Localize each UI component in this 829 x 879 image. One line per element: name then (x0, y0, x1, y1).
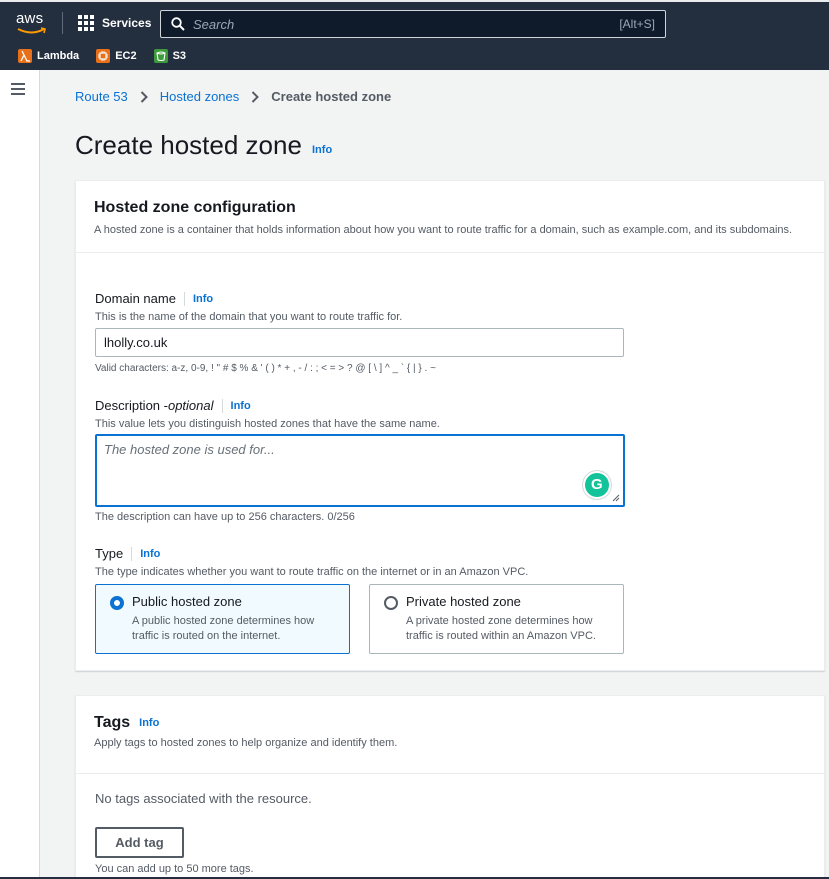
nav-bar: aws Services [Alt+S] (0, 6, 829, 42)
chevron-right-icon (252, 90, 260, 103)
page-info-link[interactable]: Info (312, 144, 332, 156)
type-field: Type Info The type indicates whether you… (95, 546, 528, 578)
description-textarea[interactable] (95, 434, 625, 507)
hosted-zone-configuration-panel: Hosted zone configuration A hosted zone … (75, 180, 825, 671)
menu-icon[interactable] (11, 83, 25, 95)
favorite-ec2[interactable]: EC2 (96, 49, 137, 63)
tags-panel: Tags Info Apply tags to hosted zones to … (75, 695, 825, 879)
type-description: The type indicates whether you want to r… (95, 566, 529, 578)
description-constraint: The description can have up to 256 chara… (95, 511, 355, 523)
tags-title: Tags (94, 714, 131, 731)
services-label: Services (102, 16, 152, 30)
breadcrumb: Route 53 Hosted zones Create hosted zone (75, 89, 391, 104)
favorite-s3-label: S3 (172, 50, 187, 62)
aws-logo-text: aws (16, 10, 44, 27)
radio-selected-icon[interactable] (110, 596, 124, 610)
top-navigation: aws Services [Alt+S] Lam (0, 0, 829, 70)
aws-logo[interactable]: aws (16, 10, 48, 36)
tags-title-row: Tags Info (94, 714, 806, 732)
panel-header: Hosted zone configuration A hosted zone … (76, 181, 824, 253)
lambda-icon (18, 49, 32, 63)
public-hosted-zone-option[interactable]: Public hosted zone A public hosted zone … (95, 584, 350, 654)
aws-smile-icon (17, 27, 46, 34)
favorites-bar: Lambda EC2 S3 (0, 44, 203, 68)
favorite-lambda[interactable]: Lambda (18, 49, 79, 63)
public-hosted-zone-title: Public hosted zone (132, 594, 242, 609)
s3-icon (153, 49, 168, 63)
description-label-row: Description - optional Info (95, 398, 440, 413)
services-menu-button[interactable]: Services (78, 12, 151, 34)
chevron-right-icon (140, 90, 148, 103)
radio-unselected-icon[interactable] (384, 596, 398, 610)
favorite-lambda-label: Lambda (37, 50, 80, 62)
domain-name-input[interactable] (95, 328, 624, 357)
domain-name-field: Domain name Info This is the name of the… (95, 291, 402, 323)
private-hosted-zone-title: Private hosted zone (406, 594, 521, 609)
description-label: Description - (95, 398, 168, 413)
tags-limit-hint: You can add up to 50 more tags. (95, 863, 254, 875)
description-info-link[interactable]: Info (231, 400, 251, 412)
private-hosted-zone-description: A private hosted zone determines how tra… (406, 615, 596, 642)
description-help-text: This value lets you distinguish hosted z… (95, 418, 440, 430)
search-input[interactable] (193, 14, 593, 34)
ec2-icon (96, 49, 111, 63)
domain-name-description: This is the name of the domain that you … (95, 311, 403, 323)
domain-name-label: Domain name (95, 291, 176, 306)
page-title: Create hosted zone (75, 130, 302, 160)
breadcrumb-hosted-zones[interactable]: Hosted zones (160, 89, 240, 104)
panel-description: A hosted zone is a container that holds … (94, 224, 793, 236)
tags-info-link[interactable]: Info (139, 717, 159, 729)
domain-name-constraint: Valid characters: a-z, 0-9, ! " # $ % & … (95, 363, 436, 374)
type-info-link[interactable]: Info (140, 548, 160, 560)
grid-icon (78, 15, 94, 31)
grammarly-icon[interactable]: G (585, 473, 609, 497)
favorite-ec2-label: EC2 (115, 50, 137, 62)
breadcrumb-route53[interactable]: Route 53 (75, 89, 128, 104)
private-hosted-zone-option[interactable]: Private hosted zone A private hosted zon… (369, 584, 624, 654)
nav-divider (62, 12, 63, 34)
search-bar[interactable]: [Alt+S] (160, 10, 666, 38)
description-label-optional: optional (167, 398, 214, 413)
domain-name-info-link[interactable]: Info (193, 293, 213, 305)
add-tag-button[interactable]: Add tag (95, 827, 184, 858)
favorite-s3[interactable]: S3 (153, 49, 187, 63)
type-label-row: Type Info (95, 546, 528, 561)
type-label: Type (95, 546, 124, 561)
panel-title: Hosted zone configuration (94, 199, 296, 216)
search-icon (171, 17, 185, 31)
description-field: Description - optional Info This value l… (95, 398, 440, 430)
breadcrumb-current: Create hosted zone (271, 89, 392, 104)
no-tags-message: No tags associated with the resource. (95, 791, 312, 806)
domain-name-label-row: Domain name Info (95, 291, 402, 306)
search-shortcut: [Alt+S] (619, 17, 655, 31)
resize-handle-icon[interactable] (612, 494, 620, 502)
side-navigation-rail (0, 70, 40, 879)
tags-description: Apply tags to hosted zones to help organ… (94, 737, 398, 749)
public-hosted-zone-description: A public hosted zone determines how traf… (132, 615, 315, 642)
tags-panel-header: Tags Info Apply tags to hosted zones to … (76, 696, 824, 774)
